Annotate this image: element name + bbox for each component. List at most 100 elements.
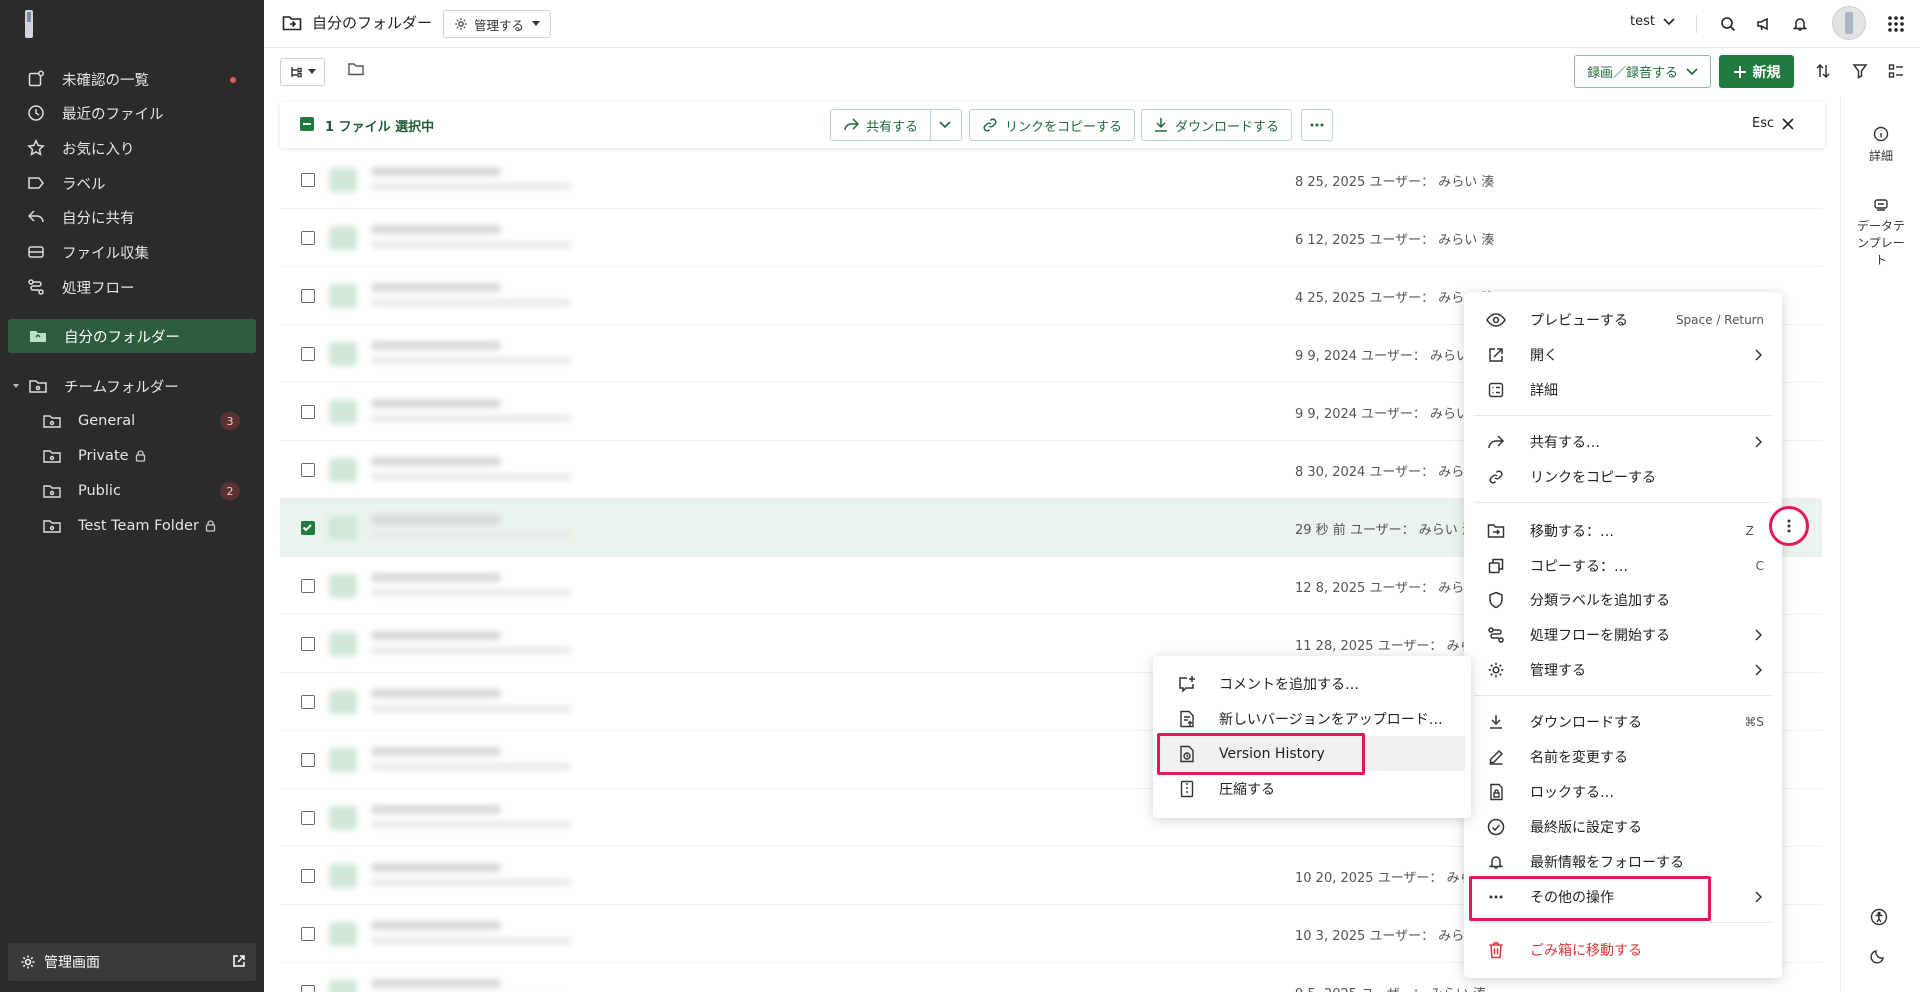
details-panel-button[interactable]: 詳細 <box>1841 126 1920 165</box>
sidebar-item-label: General <box>78 413 136 429</box>
details-label: 詳細 <box>1868 149 1893 163</box>
row-checkbox[interactable] <box>301 811 315 825</box>
sidebar-item-labels[interactable]: ラベル <box>0 166 264 200</box>
row-checkbox[interactable] <box>301 405 315 419</box>
sidebar-item-public[interactable]: Public 2 <box>0 474 264 508</box>
dark-mode-icon[interactable] <box>1870 948 1886 964</box>
sidebar-item-label: チームフォルダー <box>64 379 179 396</box>
modified-info: 6 12, 2025 ユーザー： みらい 湊 <box>1295 233 1495 248</box>
menu-item-lock[interactable]: ロックする… <box>1464 775 1782 809</box>
sort-icon[interactable] <box>1812 60 1834 82</box>
move-folder-icon <box>1486 521 1506 541</box>
app-grid-icon[interactable] <box>1885 13 1907 35</box>
sidebar-item-general[interactable]: General 3 <box>0 404 264 438</box>
blurred-file-name <box>325 275 705 317</box>
sidebar-item-label: Public <box>78 483 121 499</box>
row-checkbox[interactable] <box>301 463 315 477</box>
menu-item-finalize[interactable]: 最終版に設定する <box>1464 810 1782 844</box>
page-title: 自分のフォルダー <box>312 14 433 32</box>
sidebar-item-my-folder[interactable]: 自分のフォルダー <box>8 319 256 353</box>
download-button[interactable]: ダウンロードする <box>1141 109 1293 141</box>
filter-icon[interactable] <box>1849 60 1871 82</box>
sidebar-item-team-folder[interactable]: チームフォルダー <box>0 369 264 403</box>
sidebar-item-label: Private <box>78 448 129 464</box>
table-row[interactable]: 6 12, 2025 ユーザー： みらい 湊 <box>280 209 1822 267</box>
menu-item-rename[interactable]: 名前を変更する <box>1464 740 1782 774</box>
collapse-caret-icon[interactable] <box>12 382 20 390</box>
admin-console-link[interactable]: 管理画面 <box>8 943 256 981</box>
share-button[interactable]: 共有する <box>830 109 932 141</box>
blurred-file-name <box>325 739 705 781</box>
menu-item-start-workflow[interactable]: 処理フローを開始する <box>1464 618 1782 652</box>
accessibility-icon[interactable] <box>1870 908 1888 926</box>
menu-item-copy-link[interactable]: リンクをコピーする <box>1464 460 1782 494</box>
app-logo[interactable] <box>20 8 38 40</box>
sidebar-item-test-team-folder[interactable]: Test Team Folder <box>0 509 264 543</box>
row-more-options-button[interactable] <box>1769 506 1809 546</box>
clear-selection-button[interactable]: Esc <box>1752 116 1794 131</box>
view-options-icon[interactable] <box>1885 60 1907 82</box>
row-checkbox[interactable] <box>301 231 315 245</box>
sidebar-item-file-collection[interactable]: ファイル収集 <box>0 235 264 269</box>
sidebar-item-favorites[interactable]: お気に入り <box>0 131 264 165</box>
copy-link-label: リンクをコピーする <box>1005 119 1123 135</box>
star-icon <box>26 138 46 158</box>
workspace-switcher[interactable]: test <box>1630 14 1675 29</box>
row-checkbox[interactable] <box>301 927 315 941</box>
menu-item-open[interactable]: 開く <box>1464 338 1782 372</box>
menu-item-add-label[interactable]: 分類ラベルを追加する <box>1464 583 1782 617</box>
menu-item-download[interactable]: ダウンロードする ⌘S <box>1464 705 1782 739</box>
sidebar-item-recent[interactable]: 最近のファイル <box>0 96 264 130</box>
more-actions-button[interactable] <box>1301 109 1333 141</box>
sidebar-item-label: 未確認の一覧 <box>62 72 149 89</box>
sidebar-item-workflow[interactable]: 処理フロー <box>0 270 264 304</box>
deselect-checkbox[interactable] <box>300 117 314 131</box>
shortcut-hint: Z <box>1745 524 1754 538</box>
table-row[interactable]: 8 25, 2025 ユーザー： みらい 湊 <box>280 151 1822 209</box>
menu-item-preview[interactable]: プレビューする Space / Return <box>1464 303 1782 337</box>
zip-icon <box>1177 779 1197 799</box>
copy-link-button[interactable]: リンクをコピーする <box>969 109 1136 141</box>
submenu-item-upload-version[interactable]: 新しいバージョンをアップロード… <box>1153 701 1471 736</box>
download-icon <box>1154 117 1168 133</box>
menu-item-share[interactable]: 共有する… <box>1464 425 1782 459</box>
submenu-item-compress[interactable]: 圧縮する <box>1153 771 1471 806</box>
menu-item-move[interactable]: 移動する：… Z <box>1464 514 1782 548</box>
row-checkbox[interactable] <box>301 347 315 361</box>
share-options-button[interactable] <box>930 109 962 141</box>
menu-item-label: ロックする… <box>1530 785 1614 801</box>
data-template-button[interactable]: データテンプレート <box>1841 198 1920 269</box>
row-checkbox[interactable] <box>301 579 315 593</box>
menu-item-trash[interactable]: ごみ箱に移動する <box>1464 933 1782 967</box>
sidebar-item-shared-with-me[interactable]: 自分に共有 <box>0 200 264 234</box>
notification-badge: 3 <box>220 412 240 430</box>
row-checkbox[interactable] <box>301 985 315 992</box>
menu-item-details[interactable]: 詳細 <box>1464 373 1782 407</box>
manage-dropdown[interactable]: 管理する <box>443 10 552 38</box>
search-icon[interactable] <box>1717 13 1739 35</box>
row-checkbox[interactable] <box>301 695 315 709</box>
sidebar-item-unread[interactable]: 未確認の一覧 <box>0 62 264 96</box>
row-checkbox[interactable] <box>301 869 315 883</box>
row-checkbox[interactable] <box>301 753 315 767</box>
menu-item-copy[interactable]: コピーする：… C <box>1464 549 1782 583</box>
menu-item-label: 開く <box>1530 348 1558 364</box>
bell-icon[interactable] <box>1789 13 1811 35</box>
new-button[interactable]: 新規 <box>1719 55 1794 88</box>
menu-item-follow[interactable]: 最新情報をフォローする <box>1464 845 1782 879</box>
parent-folder-icon[interactable] <box>348 62 364 76</box>
row-checkbox[interactable] <box>301 521 315 535</box>
divider <box>1696 15 1697 33</box>
sidebar-item-private[interactable]: Private <box>0 439 264 473</box>
row-checkbox[interactable] <box>301 173 315 187</box>
row-checkbox[interactable] <box>301 289 315 303</box>
avatar[interactable] <box>1832 6 1866 40</box>
chevron-right-icon <box>1755 664 1762 676</box>
tree-view-toggle[interactable] <box>280 58 325 86</box>
submenu-item-add-comment[interactable]: コメントを追加する… <box>1153 666 1471 701</box>
menu-item-manage[interactable]: 管理する <box>1464 653 1782 687</box>
row-checkbox[interactable] <box>301 637 315 651</box>
chevron-down-icon <box>939 121 951 129</box>
announcement-icon[interactable] <box>1753 13 1775 35</box>
record-dropdown[interactable]: 録画／録音する <box>1574 55 1712 88</box>
